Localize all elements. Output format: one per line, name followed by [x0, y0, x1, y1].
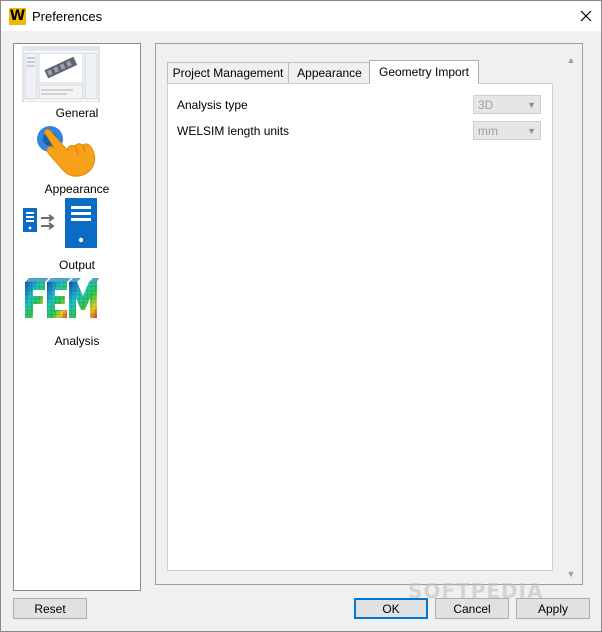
- close-icon: [580, 10, 592, 22]
- sidebar-item-appearance[interactable]: Appearance: [14, 122, 140, 196]
- welsim-logo-icon: W: [9, 8, 26, 25]
- fem-mesh-icon: [25, 278, 99, 318]
- sidebar-item-label: Output: [58, 258, 96, 272]
- ok-button[interactable]: OK: [354, 598, 428, 619]
- cancel-button[interactable]: Cancel: [435, 598, 509, 619]
- pointing-hand-icon: [37, 126, 96, 177]
- category-sidebar: General Appearance Output Analysis: [13, 43, 141, 591]
- length-units-value: mm: [478, 124, 498, 138]
- sidebar-item-analysis[interactable]: Analysis: [14, 274, 140, 348]
- tab-appearance[interactable]: Appearance: [288, 62, 371, 84]
- sidebar-item-general[interactable]: General: [14, 46, 140, 120]
- apply-button[interactable]: Apply: [516, 598, 590, 619]
- reset-button[interactable]: Reset: [13, 598, 87, 619]
- scroll-down-arrow-icon[interactable]: ▼: [564, 567, 578, 581]
- window-title: Preferences: [32, 9, 103, 24]
- analysis-type-value: 3D: [478, 98, 494, 112]
- document-server-icon: [23, 198, 97, 248]
- tab-project-management[interactable]: Project Management: [167, 62, 289, 84]
- tab-geometry-import[interactable]: Geometry Import: [369, 60, 479, 84]
- sidebar-item-label: Appearance: [44, 182, 110, 196]
- general-screenshot-icon: [22, 46, 100, 102]
- analysis-type-select[interactable]: 3D ▼: [473, 95, 541, 114]
- sidebar-item-output[interactable]: Output: [14, 198, 140, 272]
- vertical-scrollbar[interactable]: ▲ ▼: [564, 53, 578, 581]
- chevron-down-icon: ▼: [527, 100, 536, 110]
- tab-content-geometry-import: [167, 83, 553, 571]
- preferences-dialog: W Preferences General Appearance Output …: [0, 0, 602, 632]
- scroll-up-arrow-icon[interactable]: ▲: [564, 53, 578, 67]
- chevron-down-icon: ▼: [527, 126, 536, 136]
- title-bar[interactable]: W Preferences: [1, 1, 601, 31]
- length-units-label: WELSIM length units: [177, 124, 290, 138]
- analysis-type-label: Analysis type: [177, 98, 248, 112]
- sidebar-item-label: General: [55, 106, 99, 120]
- sidebar-item-label: Analysis: [54, 334, 100, 348]
- close-button[interactable]: [573, 4, 599, 28]
- length-units-select[interactable]: mm ▼: [473, 121, 541, 140]
